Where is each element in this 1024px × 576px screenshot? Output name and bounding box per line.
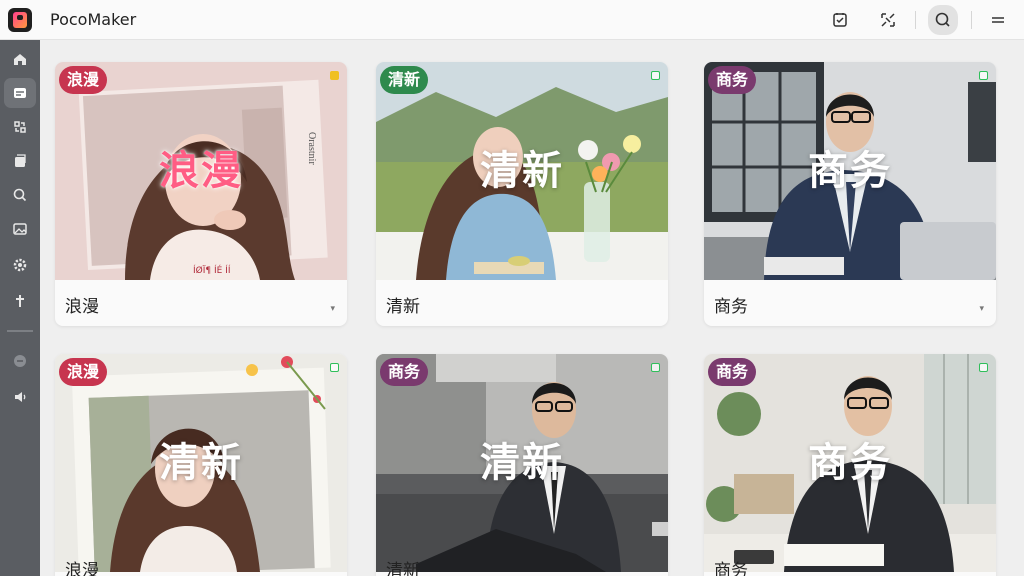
template-card[interactable]: 浪漫 Orastnir ÍØÏ¶ ÍÉ ÍÍ 浪漫 浪漫 ▾ — [55, 62, 347, 326]
card-title: 清新 — [386, 297, 420, 317]
search-icon[interactable] — [4, 180, 36, 210]
home-icon[interactable] — [4, 44, 36, 74]
card-title: 商务 — [714, 561, 748, 576]
status-indicator — [330, 363, 339, 372]
templates-icon[interactable] — [4, 78, 36, 108]
card-title: 清新 — [386, 561, 420, 576]
template-card[interactable]: 清新 商务 清新 — [376, 354, 668, 576]
transform-icon[interactable] — [4, 112, 36, 142]
toolbar-divider — [971, 11, 972, 29]
layers-icon[interactable] — [4, 146, 36, 176]
template-card[interactable]: 清新 清新 清新 — [376, 62, 668, 326]
image-icon[interactable] — [4, 214, 36, 244]
card-title: 商务 — [714, 297, 748, 317]
status-indicator — [651, 71, 660, 80]
sidebar — [0, 40, 40, 576]
app-title: PocoMaker — [50, 10, 137, 29]
style-tag: 浪漫 — [59, 66, 108, 94]
template-preview-image: 浪漫 Orastnir ÍØÏ¶ ÍÉ ÍÍ — [55, 62, 347, 280]
app-logo-icon — [8, 8, 32, 32]
template-card[interactable]: 清新 浪漫 浪漫 — [55, 354, 347, 576]
style-tag: 清新 — [380, 66, 429, 94]
puzzle-plugin-icon[interactable] — [4, 286, 36, 316]
photo-caption: Orastnir — [306, 132, 317, 165]
template-preview-image: 商务 — [704, 354, 996, 572]
crop-transform-icon[interactable] — [876, 8, 900, 32]
style-overlay-text: 清新 — [159, 440, 243, 486]
style-tag: 商务 — [708, 358, 757, 386]
status-indicator — [979, 363, 988, 372]
search-icon[interactable] — [928, 5, 958, 35]
speaker-icon[interactable] — [4, 382, 36, 412]
status-indicator — [330, 71, 339, 80]
template-preview-image: 商务 — [704, 62, 996, 280]
menu-icon[interactable] — [986, 8, 1010, 32]
settings-gear-icon[interactable] — [4, 250, 36, 280]
card-menu-caret[interactable]: ▾ — [979, 304, 984, 314]
style-overlay-text: 商务 — [808, 440, 892, 486]
photo-footer: ÍØÏ¶ ÍÉ ÍÍ — [193, 266, 231, 276]
toolbar-divider — [915, 11, 916, 29]
minus-circle-icon[interactable] — [4, 346, 36, 376]
title-bar: PocoMaker — [0, 0, 1024, 40]
status-indicator — [979, 71, 988, 80]
style-tag: 商务 — [380, 358, 429, 386]
template-preview-image: 清新 — [55, 354, 347, 572]
style-tag: 浪漫 — [59, 358, 108, 386]
template-card[interactable]: 商务 商务 商务 — [704, 354, 996, 576]
sidebar-divider — [7, 330, 33, 332]
status-indicator — [651, 363, 660, 372]
template-card[interactable]: 商务 商务 商务 ▾ — [704, 62, 996, 326]
checklist-icon[interactable] — [828, 8, 852, 32]
card-title: 浪漫 — [65, 297, 99, 317]
template-preview-image: 清新 — [376, 62, 668, 280]
template-preview-image: 清新 — [376, 354, 668, 572]
style-overlay-text: 浪漫 — [159, 148, 243, 194]
card-title: 浪漫 — [65, 561, 99, 576]
card-menu-caret[interactable]: ▾ — [330, 304, 335, 314]
style-overlay-text: 清新 — [480, 440, 564, 486]
style-tag: 商务 — [708, 66, 757, 94]
style-overlay-text: 清新 — [480, 148, 564, 194]
style-overlay-text: 商务 — [808, 148, 892, 194]
